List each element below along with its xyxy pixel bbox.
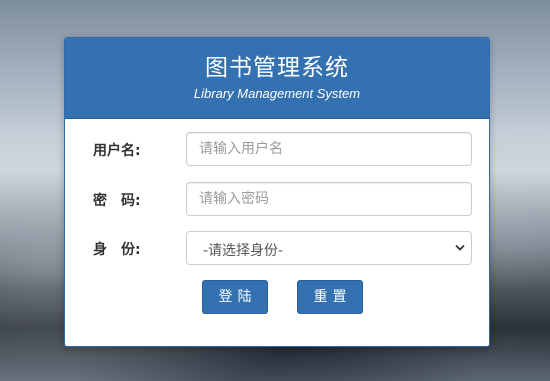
reset-button[interactable]: 重置 — [297, 280, 363, 314]
role-select-value: -请选择身份- — [203, 243, 284, 259]
panel-header: 图书管理系统 Library Management System — [65, 38, 489, 119]
username-label: 用户名: — [93, 143, 141, 159]
login-button[interactable]: 登陆 — [202, 280, 268, 314]
username-input[interactable] — [186, 132, 472, 166]
password-input[interactable] — [186, 182, 472, 216]
chevron-down-icon — [455, 244, 465, 251]
app-subtitle: Library Management System — [193, 86, 361, 101]
password-row: 密 码: — [65, 182, 489, 216]
role-select[interactable]: -请选择身份- — [186, 231, 472, 265]
role-row: 身 份: -请选择身份- — [65, 231, 489, 265]
username-row: 用户名: — [65, 132, 489, 166]
app-title: 图书管理系统 — [205, 55, 349, 81]
login-panel: 图书管理系统 Library Management System 用户名: 密 … — [64, 37, 490, 347]
role-label: 身 份: — [93, 242, 141, 258]
password-label: 密 码: — [93, 193, 141, 209]
